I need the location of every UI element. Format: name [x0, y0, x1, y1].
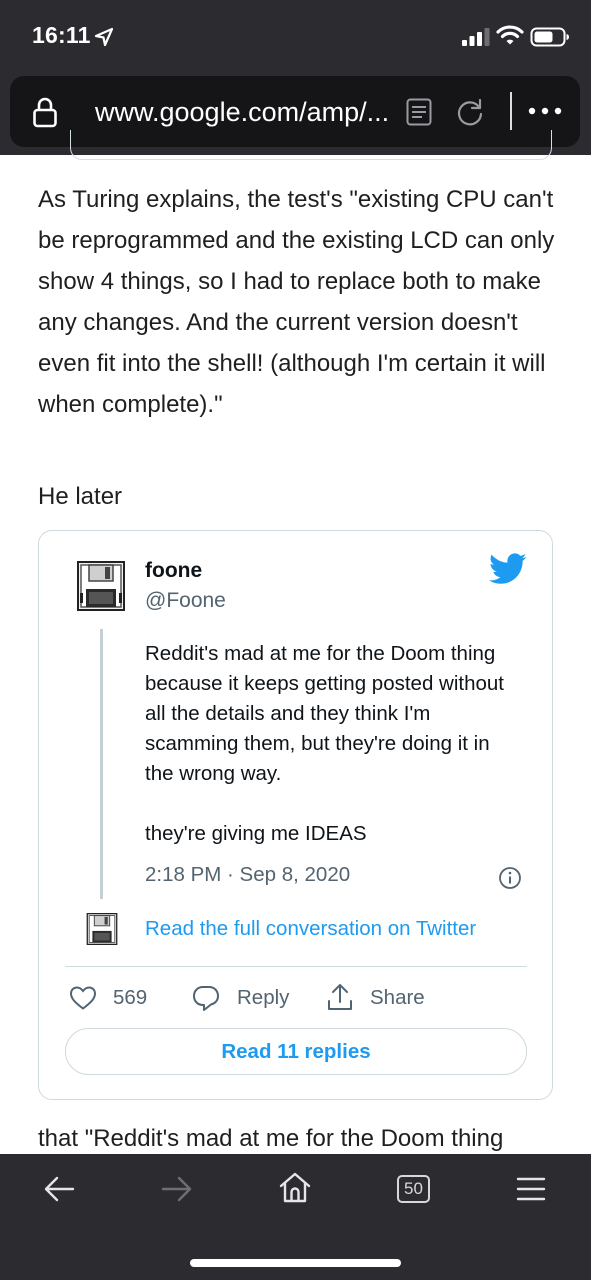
tweet-text: Reddit's mad at me for the Doom thing be… [145, 642, 504, 845]
avatar[interactable] [77, 561, 125, 611]
more-icon[interactable] [527, 106, 563, 116]
url-text[interactable]: www.google.com/amp/... [95, 97, 389, 128]
tweet-author-handle[interactable]: @Foone [145, 589, 226, 613]
tweet-timestamp[interactable]: 2:18 PM · Sep 8, 2020 [145, 863, 350, 887]
reload-icon[interactable] [454, 96, 486, 128]
info-icon[interactable] [498, 866, 522, 890]
home-icon[interactable] [278, 1171, 312, 1205]
full-conversation-link[interactable]: Read the full conversation on Twitter [145, 917, 476, 941]
article-paragraph: As Turing explains, the test's "existing… [38, 186, 555, 418]
small-avatar[interactable] [85, 913, 119, 945]
heart-icon[interactable] [69, 985, 97, 1011]
reader-mode-icon[interactable] [406, 98, 432, 126]
share-button[interactable]: Share [370, 986, 425, 1010]
article-paragraph: that "Reddit's mad at me for the Doom th… [38, 1125, 504, 1152]
home-indicator[interactable] [190, 1259, 401, 1267]
address-bar-divider [510, 92, 512, 130]
read-replies-button[interactable]: Read 11 replies [65, 1028, 527, 1075]
thread-line [100, 629, 103, 899]
battery-icon [530, 27, 569, 47]
tabs-button[interactable]: 50 [397, 1175, 430, 1203]
reply-icon[interactable] [191, 984, 221, 1012]
lock-icon [33, 97, 57, 128]
tweet-author-name[interactable]: foone [145, 559, 202, 583]
browser-bottom-toolbar: 50 [0, 1154, 591, 1280]
signal-icon [462, 28, 490, 46]
article-paragraph: He later [38, 483, 123, 510]
twitter-bird-icon[interactable] [489, 553, 527, 585]
like-count[interactable]: 569 [113, 986, 147, 1010]
share-icon[interactable] [326, 982, 354, 1012]
embedded-tweet[interactable]: foone @Foone Reddit's mad at me for the … [38, 530, 553, 1100]
tweet-divider [65, 966, 527, 967]
previous-embed-edge [70, 130, 552, 160]
reply-button[interactable]: Reply [237, 986, 289, 1010]
menu-icon[interactable] [515, 1176, 547, 1202]
forward-arrow-icon[interactable] [160, 1174, 194, 1204]
back-arrow-icon[interactable] [42, 1174, 76, 1204]
location-arrow-icon [94, 27, 114, 47]
wifi-icon [496, 25, 524, 45]
status-time: 16:11 [32, 22, 91, 48]
